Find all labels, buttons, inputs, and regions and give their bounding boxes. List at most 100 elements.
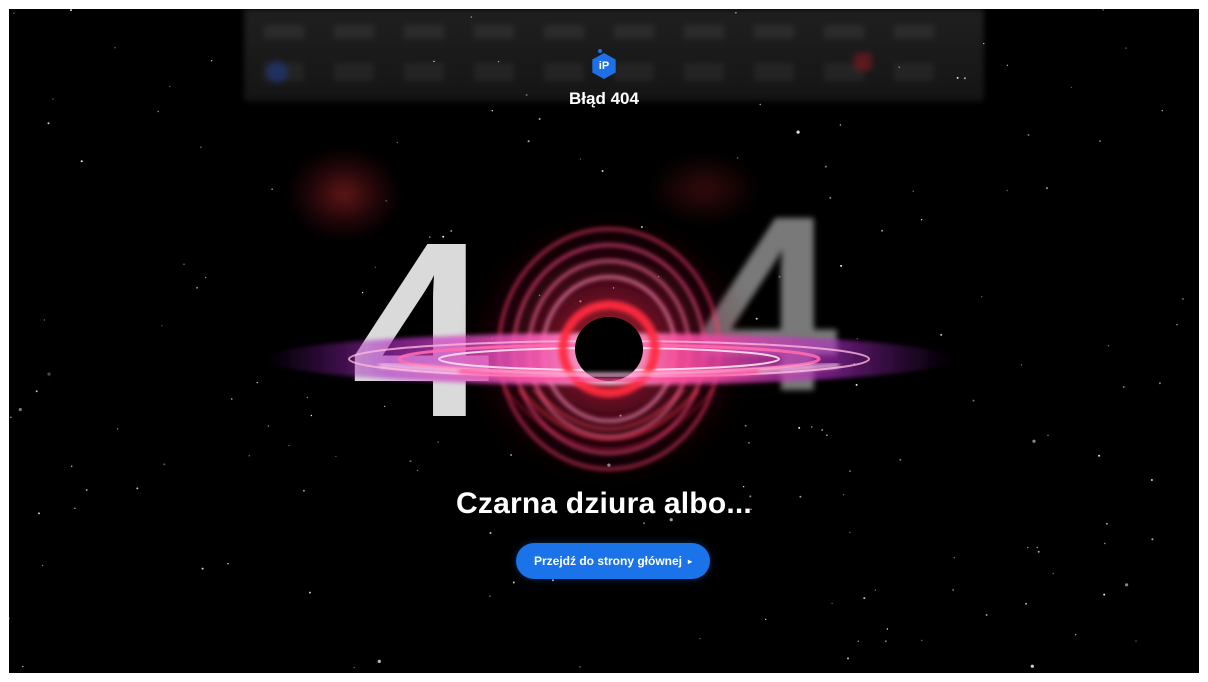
star — [1074, 634, 1077, 636]
star — [1125, 583, 1129, 587]
star — [1036, 546, 1038, 549]
star — [1161, 109, 1164, 112]
star — [1030, 664, 1034, 668]
star — [1047, 434, 1049, 437]
ip-logo-icon[interactable]: iP — [592, 53, 616, 79]
black-hole-illustration — [264, 209, 954, 489]
star — [874, 589, 877, 591]
star — [205, 276, 207, 279]
star — [248, 455, 250, 457]
star — [491, 110, 493, 112]
star — [1182, 298, 1184, 300]
star — [579, 158, 582, 160]
star — [1037, 550, 1040, 553]
star — [538, 118, 541, 120]
star — [849, 531, 851, 534]
star — [377, 659, 381, 664]
star — [80, 160, 83, 163]
star — [161, 325, 163, 327]
star — [1103, 593, 1106, 596]
star — [512, 581, 515, 584]
star — [1135, 640, 1137, 642]
chevron-right-icon: ▸ — [688, 557, 693, 566]
star — [157, 110, 159, 113]
go-home-button-label: Przejdź do strony głównej — [533, 554, 682, 568]
star — [765, 618, 767, 621]
star — [70, 9, 72, 12]
star — [470, 16, 473, 18]
star — [863, 597, 866, 600]
star — [201, 567, 204, 570]
star — [1027, 134, 1030, 136]
star — [200, 146, 202, 148]
star — [114, 47, 116, 49]
star — [1104, 542, 1106, 545]
star — [353, 666, 355, 669]
star — [489, 595, 491, 597]
star — [981, 296, 983, 298]
star — [9, 617, 10, 620]
star — [41, 564, 44, 567]
star — [1006, 189, 1008, 192]
star — [953, 557, 955, 559]
star — [227, 563, 229, 565]
star — [13, 12, 15, 14]
star — [47, 372, 51, 376]
star — [1158, 382, 1161, 385]
star — [857, 640, 859, 642]
star — [1098, 454, 1101, 457]
star — [527, 140, 530, 143]
star — [1099, 140, 1101, 143]
star — [921, 639, 923, 642]
star — [735, 12, 737, 14]
star — [972, 399, 975, 402]
star — [579, 666, 581, 668]
star — [18, 407, 22, 412]
star — [1125, 47, 1127, 49]
star — [396, 141, 398, 144]
star — [983, 42, 985, 45]
headline: Czarna dziura albo... — [456, 487, 752, 520]
star — [163, 463, 166, 466]
star — [308, 591, 311, 594]
star — [985, 614, 988, 616]
star — [256, 381, 258, 384]
page-header: iP Błąd 404 — [9, 53, 1199, 109]
star — [699, 637, 701, 640]
star — [1151, 538, 1154, 541]
star — [43, 319, 46, 321]
go-home-button[interactable]: Przejdź do strony głównej ▸ — [516, 543, 710, 579]
star — [601, 170, 604, 172]
star — [643, 522, 645, 524]
star — [231, 398, 233, 400]
star — [183, 263, 185, 265]
star — [952, 589, 954, 591]
star — [736, 157, 739, 159]
star — [47, 122, 50, 125]
star — [1046, 187, 1048, 190]
star — [847, 657, 849, 660]
star — [886, 628, 889, 630]
star — [1105, 522, 1108, 525]
star — [489, 532, 492, 534]
star — [1032, 439, 1036, 443]
star — [551, 579, 554, 582]
star — [1027, 546, 1029, 549]
star — [1020, 364, 1023, 366]
star — [1052, 572, 1054, 575]
star — [831, 602, 833, 605]
star — [71, 465, 73, 467]
star — [1176, 323, 1178, 326]
star — [116, 428, 119, 430]
star — [35, 390, 38, 393]
star — [1122, 386, 1125, 388]
star — [796, 130, 800, 134]
star — [1107, 345, 1110, 347]
star — [22, 665, 24, 668]
star — [1025, 602, 1028, 605]
star — [196, 286, 199, 289]
error-page: 4 4 iP Błąd 404 Czarna dziura albo... Pr… — [9, 9, 1199, 673]
star — [10, 416, 12, 418]
star — [1150, 479, 1153, 481]
error-title: Błąd 404 — [569, 89, 639, 108]
